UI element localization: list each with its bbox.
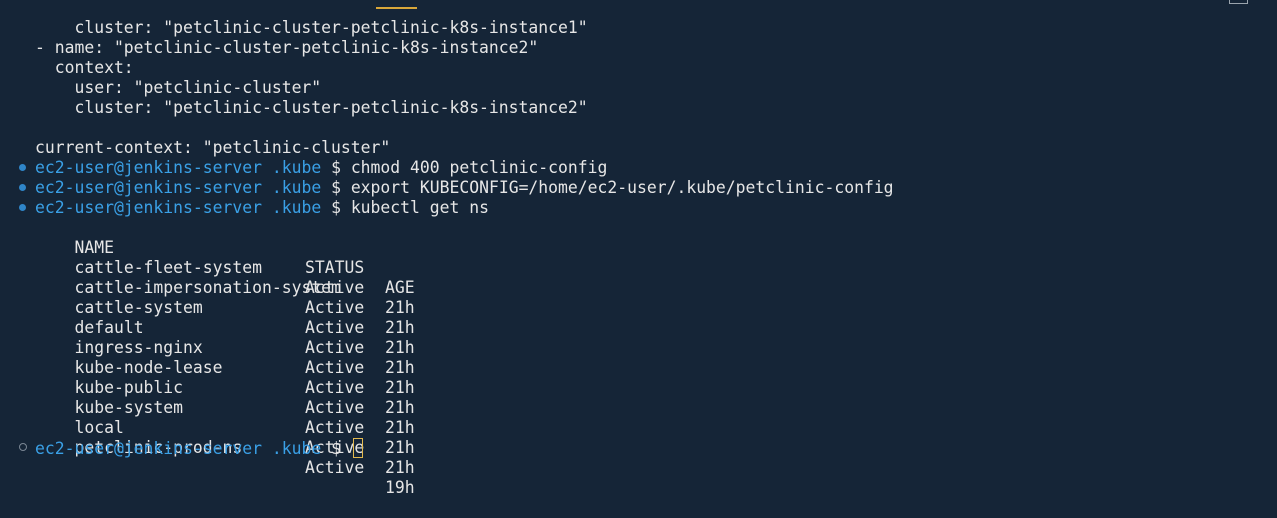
table-header: NAME STATUS AGE: [35, 218, 414, 297]
table-row: local Active 21h: [35, 398, 414, 477]
ns-status: Active: [305, 338, 365, 357]
table-row: ingress-nginx Active 21h: [35, 318, 414, 397]
column-header-age: AGE: [385, 278, 415, 297]
command-text: chmod 400 petclinic-config: [350, 158, 608, 177]
command-line: ec2-user@jenkins-server .kube $ export K…: [35, 178, 894, 198]
prompt-user-host: ec2-user@jenkins-server: [35, 178, 262, 197]
ns-age: 21h: [385, 338, 415, 357]
prompt-symbol: $: [331, 198, 341, 217]
output-line: context:: [35, 58, 134, 77]
output-line: - name: "petclinic-cluster-petclinic-k8s…: [35, 38, 539, 57]
command-line: ec2-user@jenkins-server .kube $ kubectl …: [35, 198, 489, 218]
prompt-user-host: ec2-user@jenkins-server: [35, 158, 262, 177]
ns-age: 21h: [385, 438, 415, 457]
table-row: kube-node-lease Active 21h: [35, 338, 414, 417]
terminal-panel[interactable]: cluster: "petclinic-cluster-petclinic-k8…: [0, 0, 1277, 497]
ns-status: Active: [305, 378, 365, 397]
command-text: kubectl get ns: [350, 198, 489, 217]
table-row: cattle-system Active 21h: [35, 278, 414, 357]
ns-status: Active: [305, 398, 365, 417]
prompt-symbol: $: [331, 439, 341, 458]
prompt-directory: .kube: [271, 439, 322, 458]
command-text: export KUBECONFIG=/home/ec2-user/.kube/p…: [350, 178, 894, 197]
prompt-symbol: $: [331, 178, 341, 197]
ns-age: 21h: [385, 298, 415, 317]
command-success-icon[interactable]: [19, 184, 26, 191]
ns-status: Active: [305, 318, 365, 337]
text-cursor[interactable]: [352, 438, 363, 458]
ns-status: Active: [305, 358, 365, 377]
table-row: petclinic-prod-ns Active 19h: [35, 418, 414, 497]
output-line: user: "petclinic-cluster": [35, 78, 322, 97]
ns-age: 21h: [385, 398, 415, 417]
table-row: cattle-impersonation-system Active 21h: [35, 258, 414, 337]
prompt-user-host: ec2-user@jenkins-server: [35, 439, 262, 458]
ns-status: Active: [305, 298, 365, 317]
table-row: kube-system Active 21h: [35, 378, 414, 457]
ns-status: Active: [305, 418, 365, 437]
tab-active-indicator: [376, 7, 417, 9]
ns-age: 21h: [385, 358, 415, 377]
maximize-icon[interactable]: [1229, 0, 1248, 4]
table-row: kube-public Active 21h: [35, 358, 414, 437]
ns-age: 21h: [385, 318, 415, 337]
command-line: ec2-user@jenkins-server .kube $ chmod 40…: [35, 158, 607, 178]
command-pending-icon[interactable]: [19, 443, 27, 451]
prompt-user-host: ec2-user@jenkins-server: [35, 198, 262, 217]
ns-age: 21h: [385, 458, 415, 477]
prompt-directory: .kube: [271, 198, 322, 217]
command-success-icon[interactable]: [19, 204, 26, 211]
output-line: cluster: "petclinic-cluster-petclinic-k8…: [35, 98, 588, 117]
table-row: cattle-fleet-system Active 21h: [35, 238, 414, 317]
command-success-icon[interactable]: [19, 164, 26, 171]
output-line: current-context: "petclinic-cluster": [35, 138, 391, 157]
ns-age: 21h: [385, 378, 415, 397]
active-prompt-line[interactable]: ec2-user@jenkins-server .kube $: [35, 438, 363, 458]
prompt-directory: .kube: [271, 158, 322, 177]
ns-age: 21h: [385, 418, 415, 437]
ns-age: 19h: [385, 478, 415, 497]
prompt-directory: .kube: [271, 178, 322, 197]
ns-status: Active: [305, 458, 365, 477]
table-row: default Active 21h: [35, 298, 414, 377]
prompt-symbol: $: [331, 158, 341, 177]
output-line: cluster: "petclinic-cluster-petclinic-k8…: [35, 18, 588, 37]
